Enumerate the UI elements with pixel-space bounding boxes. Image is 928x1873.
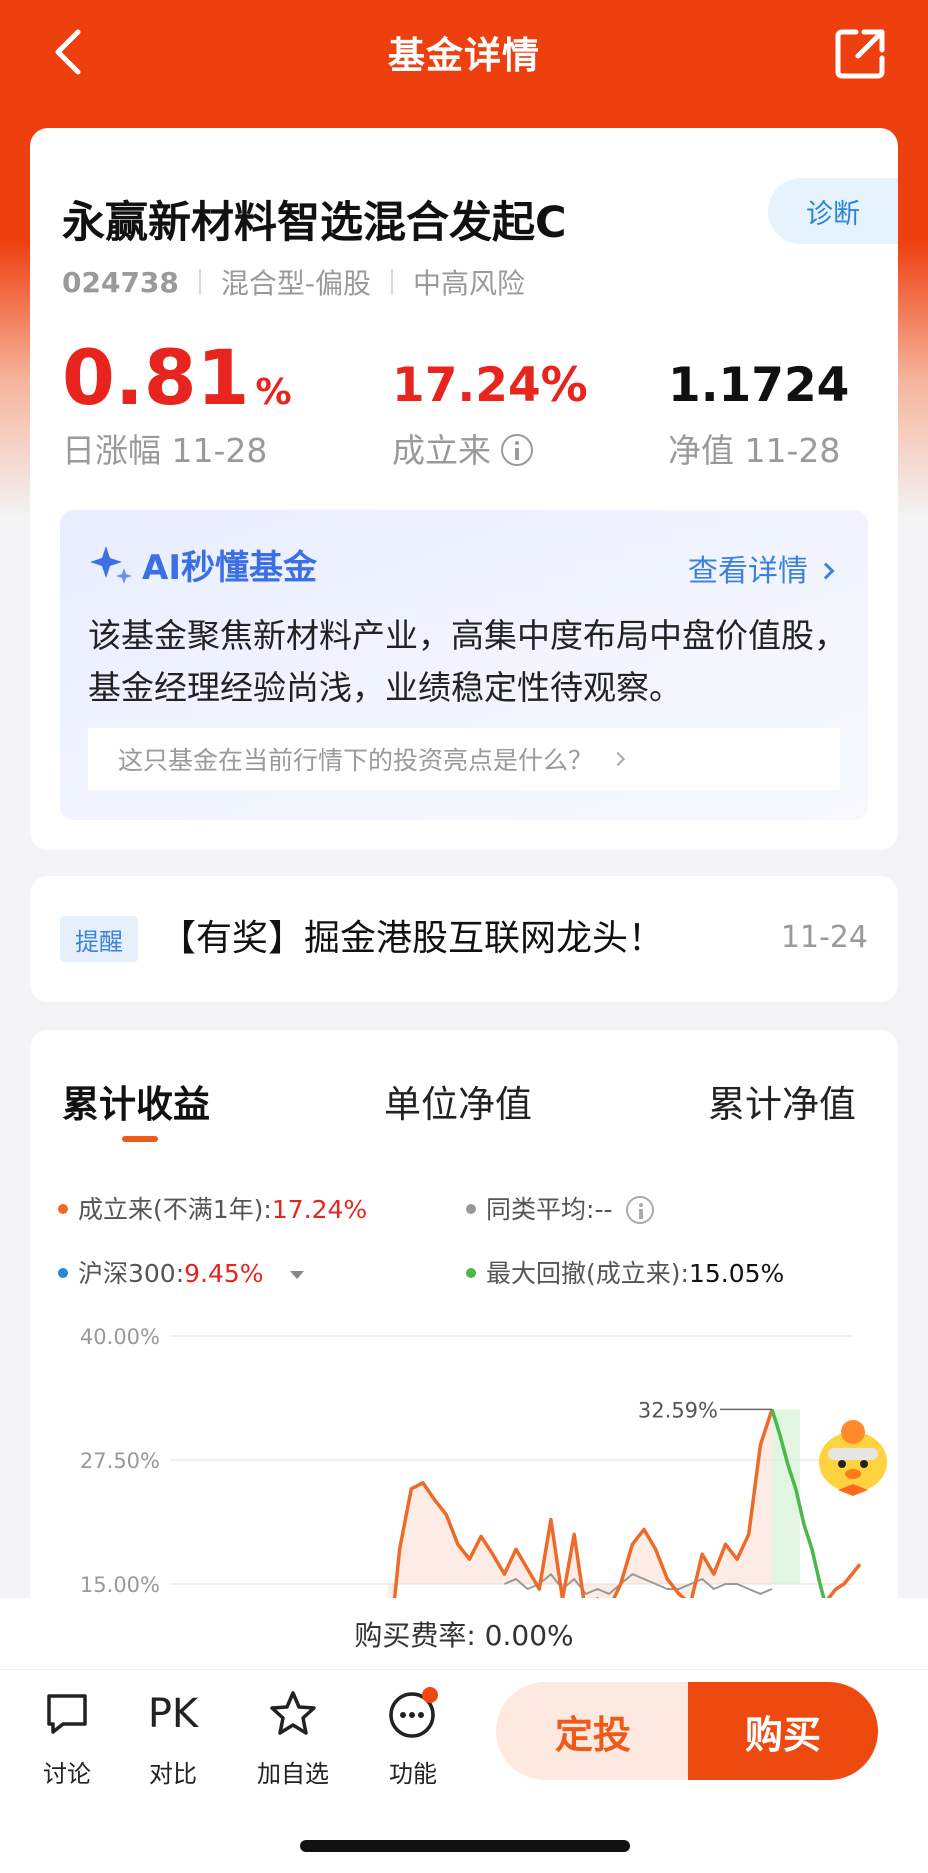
purchase-fee-bar: 购买费率: 0.00% <box>0 1598 928 1670</box>
purchase-fee-text: 购买费率: 0.00% <box>354 1618 574 1652</box>
daily-change-value: 0.81 <box>62 333 250 422</box>
buy-button[interactable]: 购买 <box>688 1682 878 1780</box>
sparkle-icon <box>90 545 132 584</box>
chat-bubble-icon <box>47 1694 87 1734</box>
ai-title: AI秒懂基金 <box>142 548 317 588</box>
notice-date: 11-24 <box>780 920 868 955</box>
home-area <box>0 1790 928 1873</box>
compare-label: 对比 <box>149 1760 197 1788</box>
ai-header: AI秒懂基金 <box>88 540 317 589</box>
notice-tag: 提醒 <box>60 916 138 962</box>
compare-button[interactable]: PK 对比 <box>128 1688 218 1789</box>
functions-label: 功能 <box>389 1760 437 1788</box>
fund-type: 混合型-偏股 <box>220 267 372 300</box>
since-inception-value: 17.24% <box>392 358 588 413</box>
y-tick-label: 15.00% <box>80 1573 160 1597</box>
more-options-icon <box>389 1687 438 1738</box>
divider <box>198 269 201 295</box>
ai-question-text: 这只基金在当前行情下的投资亮点是什么？ <box>118 746 594 775</box>
nav-label: 净值 11-28 <box>668 431 841 470</box>
nav-value: 1.1724 <box>668 358 850 413</box>
bottom-action-bar: 讨论 PK 对比 加自选 功能 定投 购买 <box>0 1670 928 1790</box>
chevron-right-icon <box>817 562 835 580</box>
peak-value-label: 32.59% <box>638 1398 718 1422</box>
notice-text: 【有奖】掘金港股互联网龙头！ <box>160 918 665 959</box>
star-icon <box>270 1691 316 1735</box>
series-fund-return-tail <box>826 1563 862 1600</box>
back-icon[interactable] <box>44 24 100 80</box>
top-navigation-bar: 基金详情 <box>0 0 928 104</box>
performance-chart-card: 累计收益 单位净值 累计净值 成立来(不满1年):17.24% 同类平均:-- … <box>30 1030 898 1670</box>
ai-summary-text: 该基金聚焦新材料产业，高集中度布局中盘价值股，基金经理经验尚浅，业绩稳定性待观察… <box>88 616 847 707</box>
ai-summary-box: AI秒懂基金 查看详情 该基金聚焦新材料产业，高集中度布局中盘价值股，基金经理经… <box>60 510 868 820</box>
discuss-label: 讨论 <box>43 1760 91 1788</box>
notice-card[interactable]: 提醒 【有奖】掘金港股互联网龙头！ 11-24 <box>30 876 898 1002</box>
fund-meta: 024738 混合型-偏股 中高风险 <box>62 262 525 302</box>
nav-stat: 1.1724 净值 11-28 <box>668 354 849 472</box>
view-details-label: 查看详情 <box>688 554 808 589</box>
fund-name: 永赢新材料智选混合发起C <box>62 198 567 248</box>
view-details-link[interactable]: 查看详情 <box>688 546 835 590</box>
divider <box>391 269 394 295</box>
fund-risk: 中高风险 <box>413 267 526 300</box>
ai-question-prompt[interactable]: 这只基金在当前行情下的投资亮点是什么？ <box>88 728 840 790</box>
functions-button[interactable]: 功能 <box>368 1687 458 1789</box>
y-tick-label: 27.50% <box>80 1449 160 1473</box>
fund-overview-card: 永赢新材料智选混合发起C 诊断 024738 混合型-偏股 中高风险 0.81%… <box>30 128 898 850</box>
since-inception-stat: 17.24% 成立来 <box>392 354 588 472</box>
daily-change-label: 日涨幅 11-28 <box>62 431 268 470</box>
cumulative-return-chart[interactable]: 40.00% 27.50% 15.00% 32.59% <box>30 1030 898 1670</box>
add-favorite-button[interactable]: 加自选 <box>248 1688 338 1789</box>
daily-change-stat: 0.81% 日涨幅 11-28 <box>62 338 292 472</box>
sip-button[interactable]: 定投 <box>496 1682 690 1780</box>
chevron-right-icon <box>610 751 626 767</box>
home-indicator[interactable] <box>300 1840 630 1852</box>
mascot-duck-icon[interactable] <box>808 1410 898 1500</box>
page-title: 基金详情 <box>388 34 540 77</box>
y-tick-label: 40.00% <box>80 1325 160 1349</box>
share-icon[interactable] <box>834 26 888 80</box>
daily-change-unit: % <box>255 372 292 413</box>
discuss-button[interactable]: 讨论 <box>22 1688 112 1789</box>
since-inception-label: 成立来 <box>392 431 491 470</box>
diagnose-button[interactable]: 诊断 <box>768 178 898 244</box>
add-favorite-label: 加自选 <box>257 1760 329 1788</box>
info-icon[interactable] <box>501 434 533 466</box>
pk-icon: PK <box>147 1691 199 1737</box>
fund-code: 024738 <box>62 265 179 299</box>
